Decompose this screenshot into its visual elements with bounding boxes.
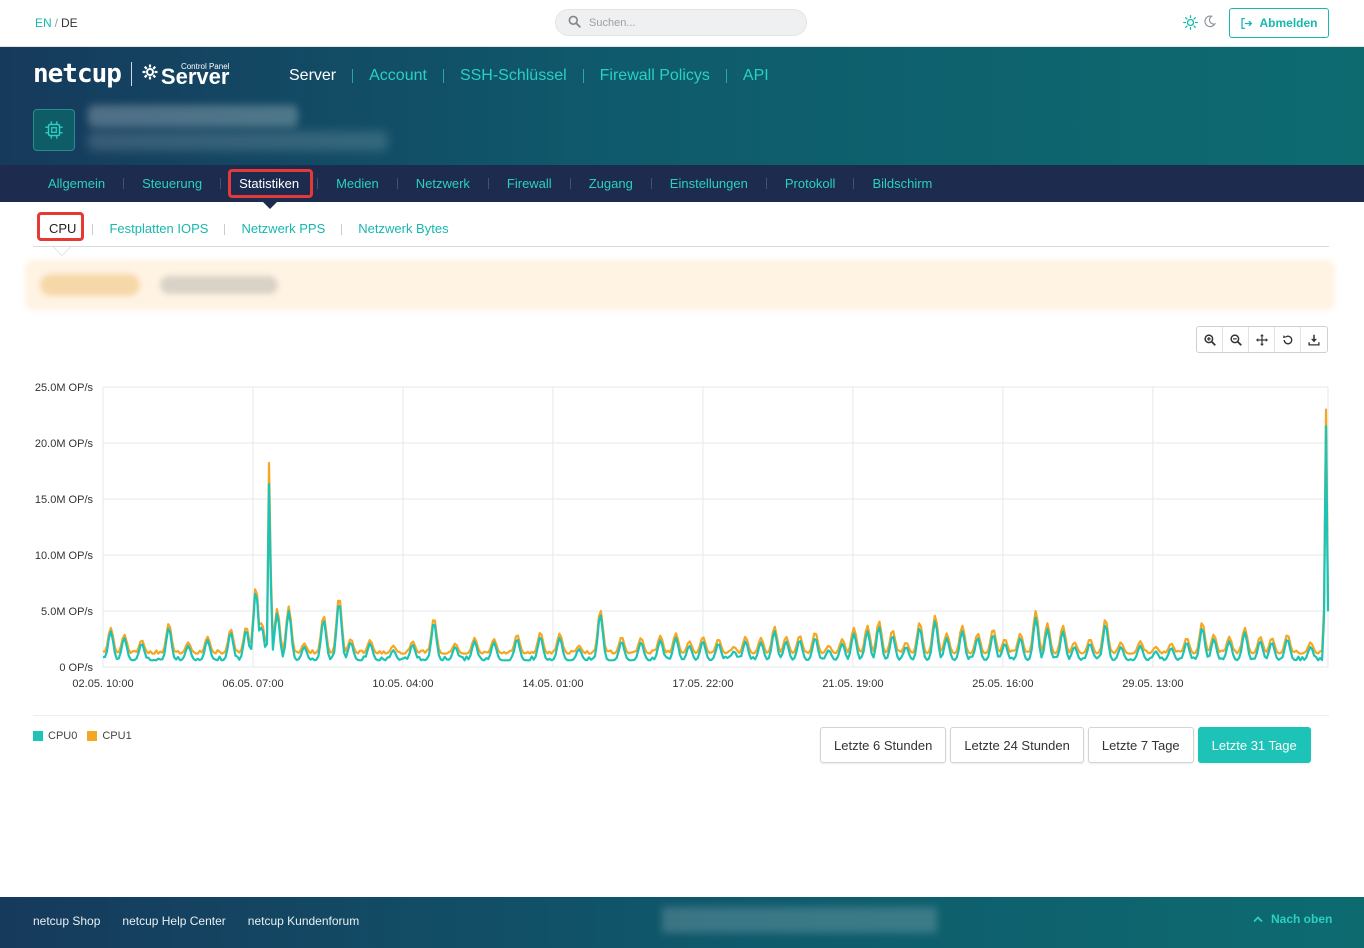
search-input[interactable]	[589, 14, 789, 32]
y-tick-label: 15.0M OP/s	[35, 494, 94, 506]
y-tick-label: 0 OP/s	[59, 662, 93, 674]
footer-links: netcup Shop netcup Help Center netcup Ku…	[33, 914, 359, 928]
search-icon	[568, 15, 581, 33]
nav-account[interactable]: Account	[369, 67, 427, 85]
range-7d-button[interactable]: Letzte 7 Tage	[1087, 727, 1194, 763]
subnav-access[interactable]: Zugang	[571, 176, 651, 191]
x-tick-label: 25.05. 16:00	[972, 678, 1033, 690]
x-tick-label: 21.05. 19:00	[822, 678, 883, 690]
nav-firewall-policies[interactable]: Firewall Policys	[600, 67, 710, 85]
footer-link-help-center[interactable]: netcup Help Center	[122, 914, 225, 928]
subnav-settings[interactable]: Einstellungen	[652, 176, 766, 191]
active-subnav-caret	[263, 202, 277, 209]
subnav-screen[interactable]: Bildschirm	[854, 176, 950, 191]
nav-divider	[725, 69, 727, 83]
y-tick-label: 10.0M OP/s	[35, 550, 94, 562]
lang-separator: /	[54, 16, 59, 30]
x-tick-label: 06.05. 07:00	[222, 678, 283, 690]
search-box[interactable]	[555, 9, 807, 36]
top-bar: EN/DE Abmelden	[0, 0, 1364, 47]
dark-theme-icon[interactable]	[1203, 15, 1216, 33]
header-band: netcup Control Panel Server Server Accoun…	[0, 47, 1364, 165]
nav-divider	[582, 69, 584, 83]
download-icon[interactable]	[1301, 327, 1327, 352]
banner-badge-redacted	[40, 274, 140, 296]
series-line-cpu0	[102, 425, 1330, 662]
nav-divider	[442, 69, 444, 83]
tab-disk-iops[interactable]: Festplatten IOPS	[93, 218, 224, 236]
logout-icon	[1241, 17, 1253, 29]
logout-button[interactable]: Abmelden	[1229, 8, 1329, 38]
product-subtitle: Control Panel	[180, 62, 230, 71]
server-name-redacted	[88, 105, 298, 127]
time-range-buttons: Letzte 6 Stunden Letzte 24 Stunden Letzt…	[820, 727, 1311, 763]
subnav-network[interactable]: Netzwerk	[398, 176, 488, 191]
chart-separator	[33, 715, 1329, 716]
cpu-highlight-box	[37, 212, 84, 241]
brand-name: netcup	[33, 59, 122, 89]
gear-icon	[142, 64, 158, 85]
tab-network-pps[interactable]: Netzwerk PPS	[225, 218, 341, 236]
back-to-top-link[interactable]: Nach oben	[1253, 912, 1332, 926]
statistics-tabs: CPU Festplatten IOPS Netzwerk PPS Netzwe…	[33, 218, 1329, 247]
y-tick-label: 20.0M OP/s	[35, 438, 94, 450]
footer: netcup Shop netcup Help Center netcup Ku…	[0, 897, 1364, 948]
zoom-out-icon[interactable]	[1223, 327, 1249, 352]
server-info-redacted	[88, 131, 388, 151]
x-tick-label: 14.05. 01:00	[522, 678, 583, 690]
x-tick-label: 29.05. 13:00	[1122, 678, 1183, 690]
product-name: Control Panel Server	[161, 60, 230, 88]
lang-en-link[interactable]: EN	[35, 16, 52, 30]
cpu-chart[interactable]: 25.0M OP/s 20.0M OP/s 15.0M OP/s 10.0M OP/s…	[0, 370, 1364, 700]
x-tick-label: 10.05. 04:00	[372, 678, 433, 690]
active-tab-caret	[54, 247, 70, 255]
footer-redacted	[662, 907, 937, 933]
nav-ssh-keys[interactable]: SSH-Schlüssel	[460, 67, 567, 85]
legend-label-cpu0: CPU0	[48, 730, 78, 742]
legend-item-cpu0[interactable]: CPU0	[33, 730, 77, 742]
nav-api[interactable]: API	[743, 67, 769, 85]
footer-link-shop[interactable]: netcup Shop	[33, 914, 100, 928]
subnav-log[interactable]: Protokoll	[767, 176, 854, 191]
subnav-firewall[interactable]: Firewall	[489, 176, 570, 191]
legend-label-cpu1: CPU1	[102, 730, 132, 742]
subnav-media[interactable]: Medien	[318, 176, 397, 191]
info-banner-redacted	[25, 260, 1335, 310]
lang-de-link[interactable]: DE	[61, 16, 78, 30]
server-subnav: Allgemein Steuerung Statistiken Medien N…	[0, 165, 1364, 202]
range-6h-button[interactable]: Letzte 6 Stunden	[820, 727, 947, 763]
statistics-highlight-box	[228, 169, 313, 198]
chevron-up-icon	[1253, 916, 1263, 923]
legend-item-cpu1[interactable]: CPU1	[87, 730, 132, 742]
chart-toolbar	[1196, 326, 1328, 353]
y-tick-label: 5.0M OP/s	[41, 606, 93, 618]
logout-label: Abmelden	[1259, 16, 1318, 30]
series-line-cpu1	[102, 408, 1330, 655]
logo-divider	[130, 62, 132, 86]
legend-swatch-cpu1	[87, 731, 98, 741]
banner-text-redacted	[160, 276, 278, 294]
light-theme-icon[interactable]	[1183, 15, 1198, 35]
nav-server[interactable]: Server	[289, 67, 336, 85]
legend-swatch-cpu0	[33, 731, 43, 741]
nav-divider	[352, 69, 354, 83]
x-tick-label: 02.05. 10:00	[72, 678, 133, 690]
reset-icon[interactable]	[1275, 327, 1301, 352]
subnav-control[interactable]: Steuerung	[124, 176, 220, 191]
server-chip-icon	[33, 109, 75, 151]
netcup-logo[interactable]: netcup Control Panel Server	[33, 59, 229, 89]
range-31d-button[interactable]: Letzte 31 Tage	[1197, 727, 1311, 763]
footer-link-forum[interactable]: netcup Kundenforum	[248, 914, 359, 928]
language-switcher: EN / DE	[35, 16, 78, 30]
pan-icon[interactable]	[1249, 327, 1275, 352]
zoom-in-icon[interactable]	[1197, 327, 1223, 352]
main-nav: Server Account SSH-Schlüssel Firewall Po…	[289, 67, 769, 85]
tab-network-bytes[interactable]: Netzwerk Bytes	[342, 218, 464, 236]
range-24h-button[interactable]: Letzte 24 Stunden	[950, 727, 1084, 763]
y-tick-label: 25.0M OP/s	[35, 382, 94, 394]
x-tick-label: 17.05. 22:00	[672, 678, 733, 690]
back-to-top-label: Nach oben	[1271, 912, 1333, 926]
chart-legend: CPU0 CPU1	[33, 730, 132, 742]
subnav-general[interactable]: Allgemein	[30, 176, 123, 191]
